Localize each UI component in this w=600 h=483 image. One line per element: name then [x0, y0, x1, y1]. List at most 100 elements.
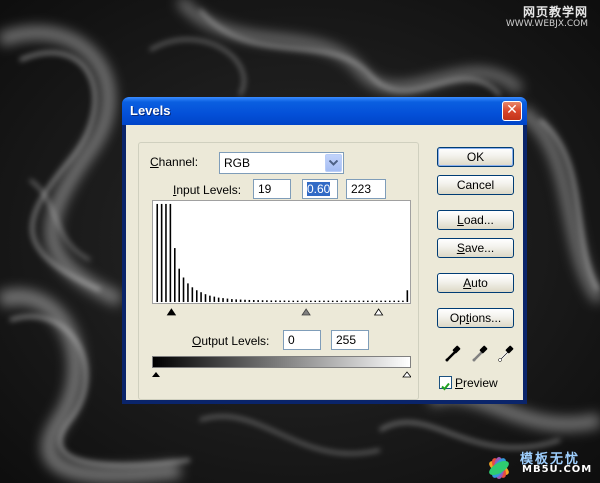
histogram-bar — [209, 295, 211, 303]
histogram-bar — [301, 300, 303, 303]
input-levels-label: Input Levels: — [173, 183, 242, 197]
input-white-field[interactable]: 223 — [346, 179, 386, 199]
levels-group: Channel: RGB Input Levels: 19 0.60 223 O… — [138, 142, 419, 400]
histogram-bar — [345, 300, 347, 303]
histogram-bar — [314, 300, 317, 303]
channel-select[interactable]: RGB — [219, 152, 344, 174]
histogram-bar — [226, 298, 229, 303]
histogram-bar — [327, 300, 330, 303]
input-black-field[interactable]: 19 — [253, 179, 291, 199]
histogram-bar — [191, 287, 194, 303]
output-black-field[interactable]: 0 — [283, 330, 321, 350]
histogram-bar — [274, 300, 277, 303]
save-button[interactable]: Save... — [437, 238, 514, 258]
watermark-bottom: 模板无忧 MB5U.COM — [480, 446, 595, 480]
histogram-bar — [296, 300, 299, 303]
histogram-bar — [310, 300, 312, 303]
histogram-bar — [239, 299, 242, 303]
options-button[interactable]: Options... — [437, 308, 514, 328]
histogram-bar — [292, 300, 295, 303]
histogram-bar — [318, 300, 321, 303]
watermark-top: 网页教学网 WWW.WEBJX.COM — [506, 6, 588, 30]
load-button[interactable]: Load... — [437, 210, 514, 230]
histogram-bar — [266, 300, 268, 303]
histogram-bar — [187, 283, 189, 303]
histogram-bar — [182, 277, 185, 303]
histogram-bar — [288, 300, 290, 303]
histogram-bar — [160, 203, 163, 303]
histogram-bar — [279, 300, 281, 303]
histogram-bar — [397, 300, 400, 303]
histogram-bar — [323, 300, 325, 303]
histogram-bar — [393, 300, 395, 303]
histogram-bar — [204, 294, 207, 303]
checkmark-icon — [441, 382, 450, 391]
histogram-bar — [353, 300, 356, 303]
histogram-bar — [367, 300, 369, 303]
histogram-bar — [336, 300, 338, 303]
close-icon: ✕ — [506, 102, 518, 118]
histogram-bar — [257, 300, 259, 303]
preview-checkbox[interactable] — [439, 376, 452, 391]
levels-dialog: Levels ✕ Channel: RGB Input Levels: 19 0… — [122, 97, 527, 404]
ok-button[interactable]: OK — [437, 147, 514, 167]
histogram-bar — [231, 299, 233, 303]
input-black-handle[interactable] — [166, 308, 177, 316]
histogram-bar — [371, 300, 374, 303]
channel-value: RGB — [224, 156, 251, 170]
black-eyedropper-icon[interactable] — [444, 343, 462, 363]
histogram-bar — [349, 300, 352, 303]
histogram-bar — [165, 203, 167, 303]
channel-label: Channel: — [150, 155, 199, 169]
histogram-bar — [235, 299, 237, 303]
output-black-handle[interactable] — [152, 372, 160, 377]
histogram-bar — [384, 300, 387, 303]
preview-label[interactable]: Preview — [455, 376, 498, 390]
histogram-bar — [331, 300, 334, 303]
cancel-button[interactable]: Cancel — [437, 175, 514, 195]
watermark-top-text: 网页教学网 — [522, 5, 588, 19]
histogram-bar — [380, 300, 382, 303]
dialog-title: Levels — [130, 103, 171, 118]
auto-button[interactable]: Auto — [437, 273, 514, 293]
histogram-bar — [217, 297, 220, 303]
histogram-bar — [402, 300, 404, 303]
histogram — [152, 200, 411, 304]
input-white-handle[interactable] — [373, 308, 384, 316]
histogram-bar — [195, 290, 198, 303]
output-gradient — [152, 356, 411, 368]
histogram-bar — [244, 299, 246, 303]
histogram-bar — [358, 300, 360, 303]
histogram-bar — [305, 300, 308, 303]
flower-logo-icon — [489, 457, 509, 479]
histogram-bar — [340, 300, 343, 303]
histogram-bar — [178, 268, 180, 303]
output-white-handle[interactable] — [402, 371, 411, 378]
histogram-bar — [213, 296, 216, 303]
histogram-bar — [169, 203, 172, 303]
input-gamma-handle[interactable] — [301, 308, 311, 316]
dialog-body: Channel: RGB Input Levels: 19 0.60 223 O… — [126, 125, 523, 400]
histogram-bar — [270, 300, 273, 303]
histogram-bar — [261, 300, 264, 303]
output-slider[interactable] — [152, 368, 411, 378]
title-bar[interactable]: Levels ✕ — [122, 97, 527, 125]
histogram-bar — [362, 300, 365, 303]
histogram-bar — [406, 290, 409, 303]
input-gamma-field[interactable]: 0.60 — [302, 179, 338, 199]
close-button[interactable]: ✕ — [502, 101, 522, 121]
histogram-bar — [200, 292, 202, 303]
histogram-bar — [283, 300, 286, 303]
gray-eyedropper-icon[interactable] — [471, 343, 489, 363]
histogram-bar — [174, 248, 176, 303]
white-eyedropper-icon[interactable] — [497, 343, 515, 363]
histogram-bar — [156, 203, 159, 303]
watermark-bottom-url: MB5U.COM — [522, 464, 593, 475]
output-levels-label: Output Levels: — [192, 334, 270, 348]
input-slider[interactable] — [152, 306, 411, 316]
histogram-bar — [222, 298, 224, 303]
histogram-bar — [388, 300, 391, 303]
output-white-field[interactable]: 255 — [331, 330, 369, 350]
histogram-bar — [375, 300, 378, 303]
chevron-down-icon[interactable] — [325, 154, 342, 172]
